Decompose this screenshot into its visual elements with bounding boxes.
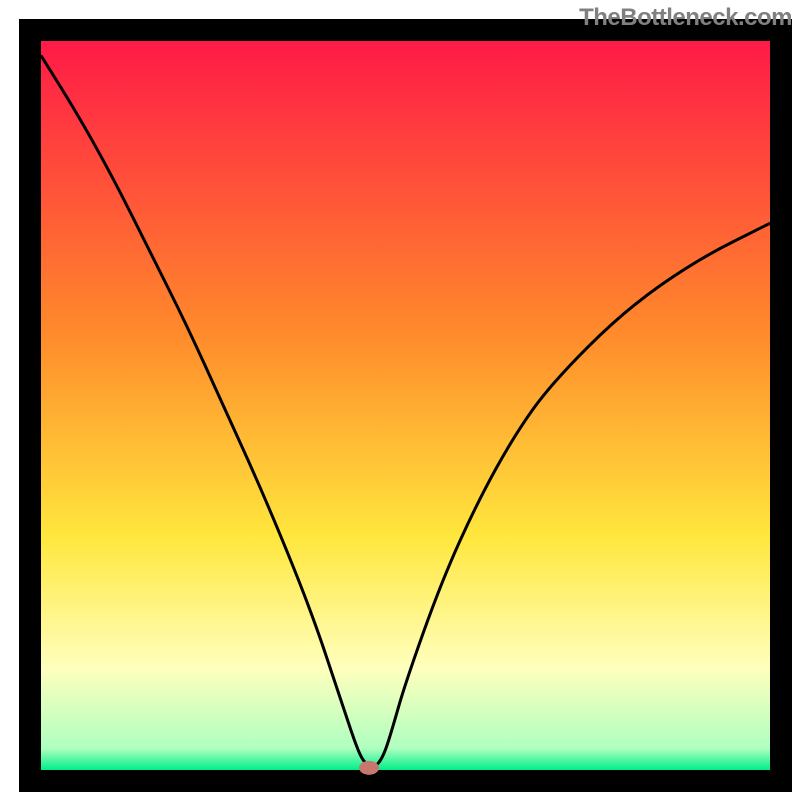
plot-background <box>41 41 770 770</box>
min-marker <box>359 761 379 775</box>
watermark-text: TheBottleneck.com <box>579 4 792 32</box>
chart-svg <box>0 0 800 800</box>
bottleneck-chart: TheBottleneck.com <box>0 0 800 800</box>
